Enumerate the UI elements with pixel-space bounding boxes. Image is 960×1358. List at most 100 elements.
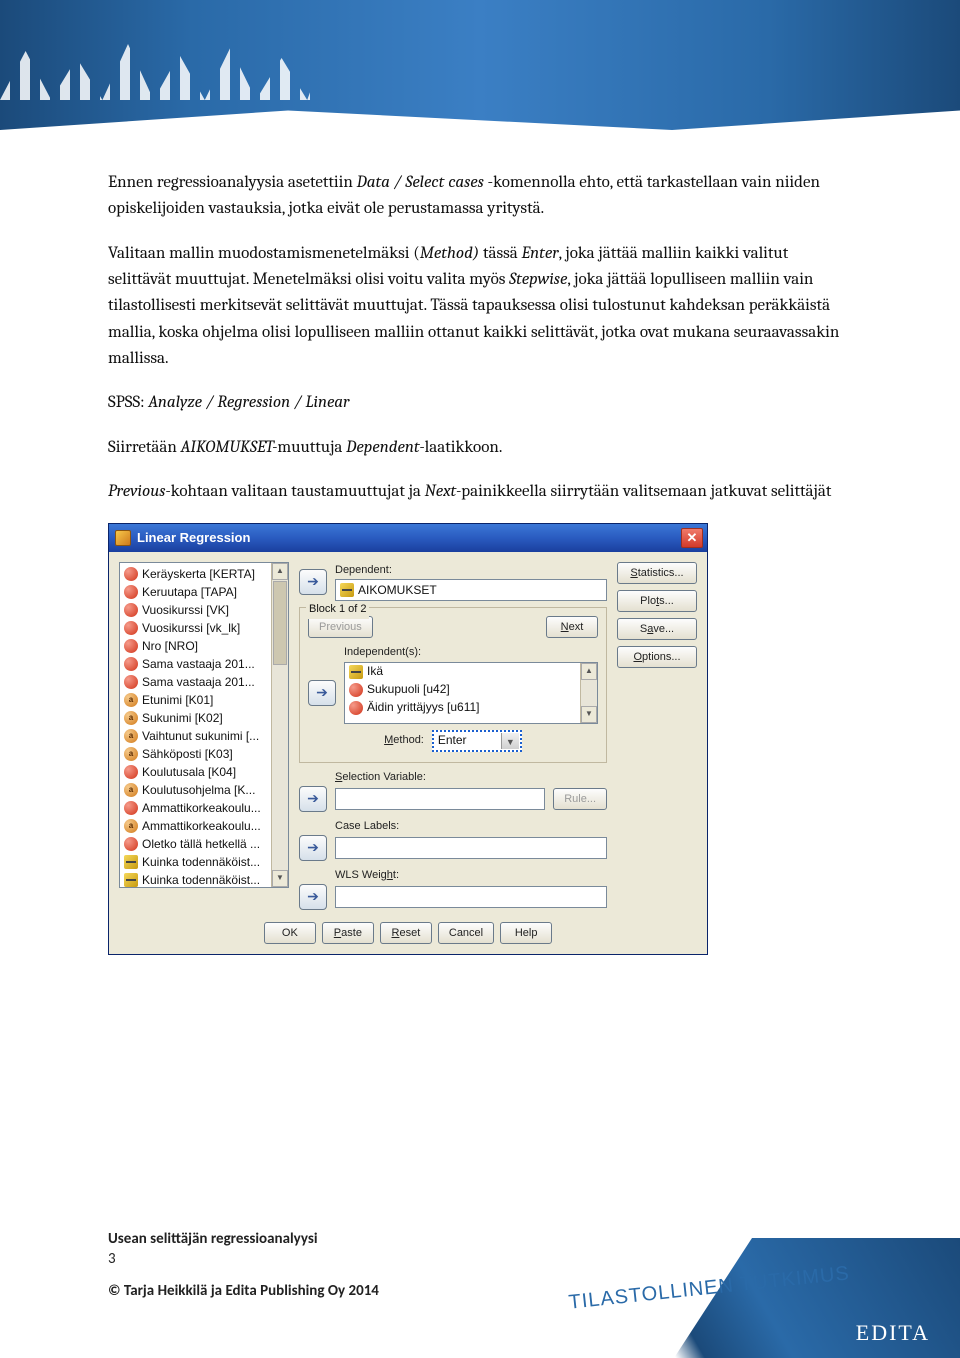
variable-item[interactable]: Keruutapa [TAPA] (120, 583, 288, 601)
scroll-thumb[interactable] (273, 581, 287, 665)
nominal-icon (124, 801, 138, 815)
nominal-icon (124, 837, 138, 851)
help-button[interactable]: Help (500, 922, 552, 944)
variable-list[interactable]: Keräyskerta [KERTA]Keruutapa [TAPA]Vuosi… (119, 562, 289, 888)
scrollbar[interactable]: ▲ ▼ (580, 663, 597, 723)
case-labels-field[interactable] (335, 837, 607, 859)
independent-label: Ikä (367, 663, 383, 681)
string-icon (124, 729, 138, 743)
scale-icon (340, 583, 354, 597)
move-to-dependent-button[interactable]: ➔ (299, 569, 327, 595)
statistics-button[interactable]: Statistics... (617, 562, 697, 584)
variable-item[interactable]: Sama vastaaja 201... (120, 655, 288, 673)
footer-publisher-logo: EDITA (856, 1320, 930, 1346)
nominal-icon (124, 585, 138, 599)
variable-item[interactable]: Ammattikorkeakoulu... (120, 817, 288, 835)
reset-button[interactable]: Reset (380, 922, 432, 944)
variable-item[interactable]: Kuinka todennäköist... (120, 853, 288, 871)
dialog-titlebar[interactable]: Linear Regression ✕ (109, 524, 707, 552)
selection-variable-field[interactable] (335, 788, 545, 810)
dialog-center: ➔ Dependent: AIKOMUKSET Block 1 of 2 (299, 562, 607, 909)
variable-item[interactable]: Nro [NRO] (120, 637, 288, 655)
variable-label: Ammattikorkeakoulu... (142, 799, 261, 817)
rule-button[interactable]: Rule... (553, 788, 607, 810)
paragraph-1: Ennen regressioanalyysia asetettiin Data… (108, 170, 850, 223)
string-icon (124, 693, 138, 707)
scroll-up-icon[interactable]: ▲ (272, 563, 288, 580)
options-button[interactable]: Options... (617, 646, 697, 668)
page-header-banner (0, 0, 960, 130)
ok-button[interactable]: OK (264, 922, 316, 944)
variable-item[interactable]: Sukunimi [K02] (120, 709, 288, 727)
move-to-wls-button[interactable]: ➔ (299, 884, 327, 910)
text: SPSS: (108, 393, 148, 412)
dependent-field[interactable]: AIKOMUKSET (335, 579, 607, 601)
footer-page-number: 3 (108, 1250, 379, 1268)
text: Ennen regressioanalyysia asetettiin (108, 173, 357, 192)
paste-button[interactable]: Paste (322, 922, 374, 944)
next-button[interactable]: Next (546, 616, 598, 638)
string-icon (124, 711, 138, 725)
move-to-selection-button[interactable]: ➔ (299, 786, 327, 812)
variable-item[interactable]: Koulutusala [K04] (120, 763, 288, 781)
variable-item[interactable]: Vuosikurssi [vk_lk] (120, 619, 288, 637)
chevron-down-icon[interactable]: ▼ (501, 733, 519, 749)
nominal-icon (349, 683, 363, 697)
variable-item[interactable]: Sama vastaaja 201... (120, 673, 288, 691)
variable-label: Sama vastaaja 201... (142, 673, 255, 691)
variable-item[interactable]: Koulutusohjelma [K... (120, 781, 288, 799)
scroll-up-icon[interactable]: ▲ (581, 663, 597, 680)
scale-icon (124, 873, 138, 887)
independent-list[interactable]: IkäSukupuoli [u42]Äidin yrittäjyys [u611… (344, 662, 598, 724)
plots-button[interactable]: Plots... (617, 590, 697, 612)
independent-item[interactable]: Sukupuoli [u42] (345, 681, 597, 699)
variable-item[interactable]: Etunimi [K01] (120, 691, 288, 709)
cancel-button[interactable]: Cancel (438, 922, 494, 944)
text: laatikkoon. (425, 438, 503, 457)
close-button[interactable]: ✕ (681, 528, 703, 548)
move-to-caselabels-button[interactable]: ➔ (299, 835, 327, 861)
independent-item[interactable]: Ikä (345, 663, 597, 681)
dependent-value: AIKOMUKSET (358, 581, 437, 600)
previous-label: Previous (319, 621, 362, 633)
variable-item[interactable]: Keräyskerta [KERTA] (120, 565, 288, 583)
independent-label: Äidin yrittäjyys [u611] (367, 699, 480, 717)
dialog-bottom-buttons: OK Paste Reset Cancel Help (109, 916, 707, 954)
independent-item[interactable]: Äidin yrittäjyys [u611] (345, 699, 597, 717)
variable-label: Sama vastaaja 201... (142, 655, 255, 673)
scroll-track[interactable] (581, 680, 597, 706)
text-italic: Next- (425, 482, 462, 501)
document-body: Ennen regressioanalyysia asetettiin Data… (0, 130, 960, 955)
scroll-track[interactable] (272, 666, 288, 870)
variable-label: Koulutusala [K04] (142, 763, 236, 781)
variable-item[interactable]: Sähköposti [K03] (120, 745, 288, 763)
variable-item[interactable]: Ammattikorkeakoulu... (120, 799, 288, 817)
method-combo[interactable]: Enter ▼ (432, 730, 522, 752)
block-legend: Block 1 of 2 (306, 601, 369, 618)
previous-button[interactable]: Previous (308, 616, 373, 638)
text-italic: Method) (420, 244, 483, 263)
text: tässä (483, 244, 522, 263)
wls-weight-field[interactable] (335, 886, 607, 908)
variable-item[interactable]: Kuinka todennäköist... (120, 871, 288, 888)
dependent-label: Dependent: (335, 562, 607, 579)
nominal-icon (124, 567, 138, 581)
text-italic: AIKOMUKSET- (181, 438, 278, 457)
scroll-down-icon[interactable]: ▼ (581, 706, 597, 723)
save-button[interactable]: Save... (617, 618, 697, 640)
variable-label: Kuinka todennäköist... (142, 853, 260, 871)
variable-item[interactable]: Vaihtunut sukunimi [... (120, 727, 288, 745)
scrollbar[interactable]: ▲ ▼ (271, 563, 288, 887)
move-to-independent-button[interactable]: ➔ (308, 680, 336, 706)
scale-icon (124, 855, 138, 869)
variable-item[interactable]: Oletko tällä hetkellä ... (120, 835, 288, 853)
nominal-icon (124, 603, 138, 617)
paragraph-5: Previous-kohtaan valitaan taustamuuttuja… (108, 479, 850, 505)
nominal-icon (124, 621, 138, 635)
scroll-down-icon[interactable]: ▼ (272, 870, 288, 887)
case-labels-label: Case Labels: (335, 818, 607, 835)
variable-item[interactable]: Vuosikurssi [VK] (120, 601, 288, 619)
text: Valitaan mallin muodostamismenetelmäksi … (108, 244, 420, 263)
independent-label: Independent(s): (344, 644, 598, 661)
variable-label: Vaihtunut sukunimi [... (142, 727, 259, 745)
